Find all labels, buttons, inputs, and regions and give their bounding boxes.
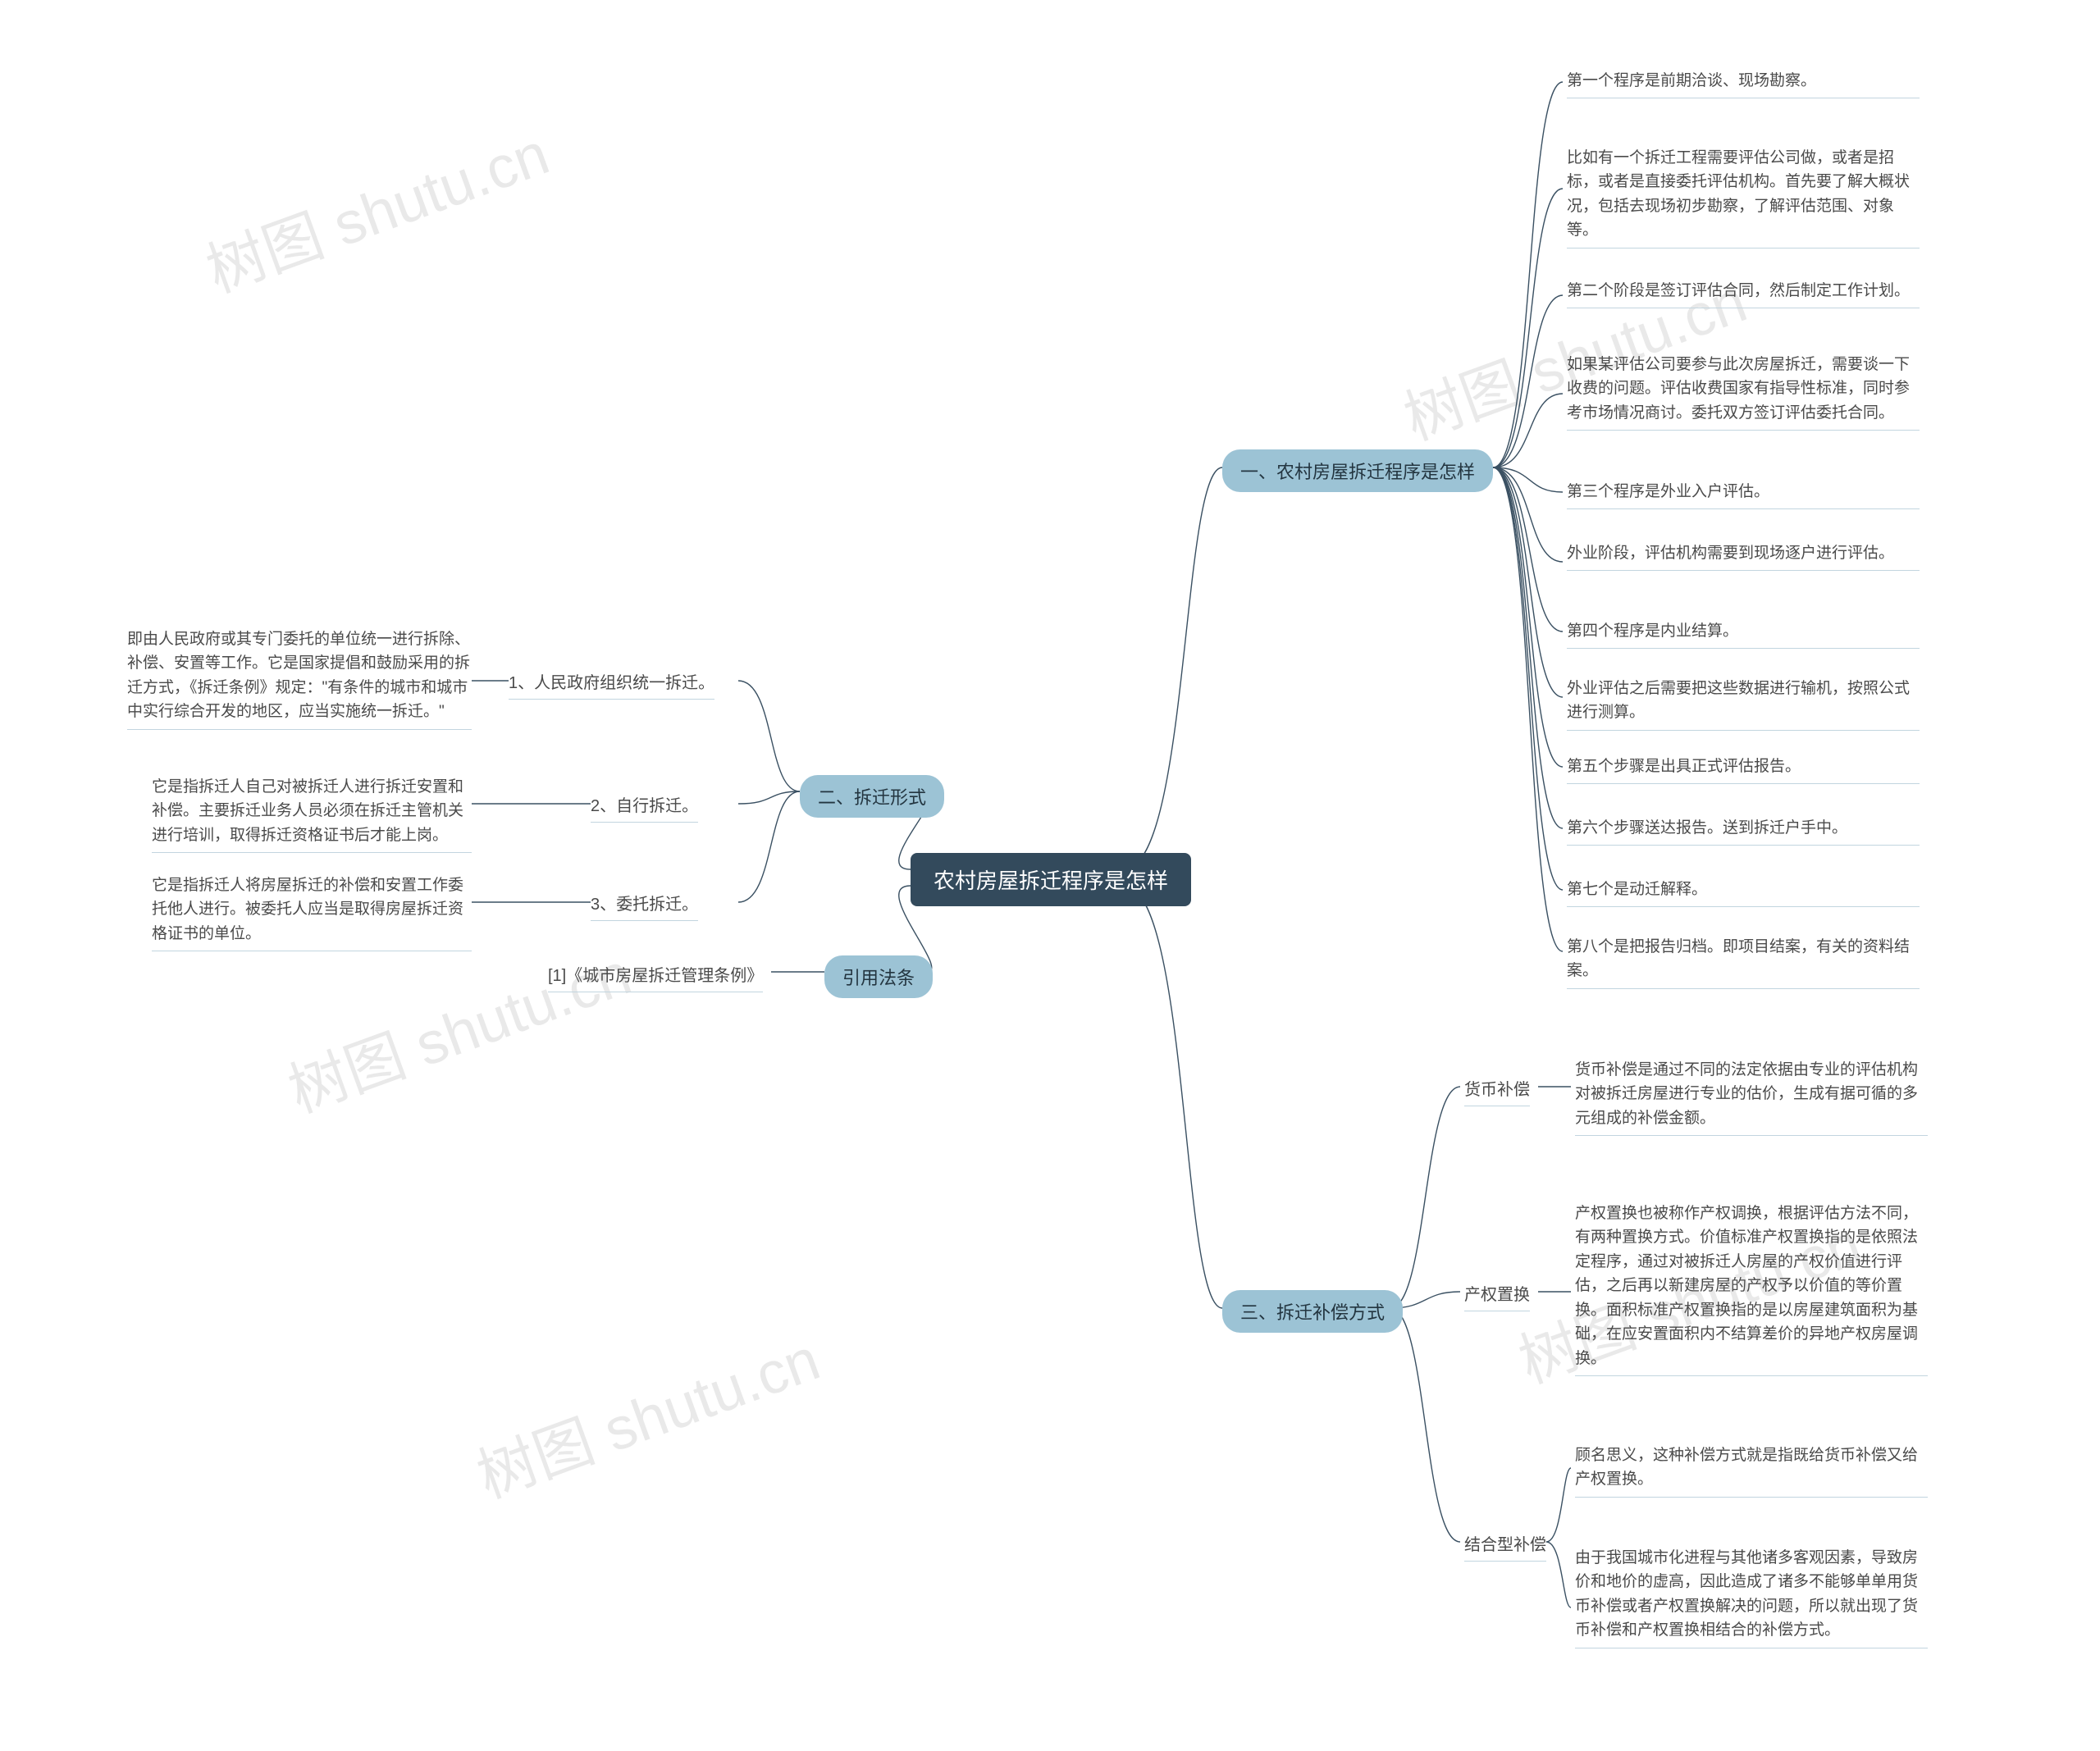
branch-citation[interactable]: 引用法条 (824, 955, 933, 998)
branch-compensation[interactable]: 三、拆迁补偿方式 (1222, 1290, 1403, 1333)
leaf-b3-2-0: 顾名思义，这种补偿方式就是指既给货币补偿又给产权置换。 (1575, 1443, 1928, 1498)
leaf-b1-0: 第一个程序是前期洽谈、现场勘察。 (1567, 69, 1920, 98)
sub-b2-0-title[interactable]: 1、人民政府组织统一拆迁。 (509, 668, 714, 700)
sub-b3-2-title[interactable]: 结合型补偿 (1464, 1530, 1546, 1562)
sub-b3-0-title[interactable]: 货币补偿 (1464, 1074, 1530, 1106)
leaf-b1-4: 第三个程序是外业入户评估。 (1567, 480, 1920, 509)
leaf-b3-0-0: 货币补偿是通过不同的法定依据由专业的评估机构对被拆迁房屋进行专业的估价，生成有据… (1575, 1058, 1928, 1136)
watermark: 树图 shutu.cn (463, 1311, 829, 1515)
leaf-b1-6: 第四个程序是内业结算。 (1567, 619, 1920, 649)
leaf-b1-1: 比如有一个拆迁工程需要评估公司做，或者是招标，或者是直接委托评估机构。首先要了解… (1567, 146, 1920, 249)
leaf-b3-1-0: 产权置换也被称作产权调换，根据评估方法不同，有两种置换方式。价值标准产权置换指的… (1575, 1202, 1928, 1376)
leaf-b2-2-desc: 它是指拆迁人将房屋拆迁的补偿和安置工作委托他人进行。被委托人应当是取得房屋拆迁资… (152, 873, 472, 951)
sub-b2-2-title[interactable]: 3、委托拆迁。 (591, 890, 698, 921)
leaf-b1-2: 第二个阶段是签订评估合同，然后制定工作计划。 (1567, 279, 1920, 308)
leaf-b1-9: 第六个步骤送达报告。送到拆迁户手中。 (1567, 816, 1920, 846)
sub-b3-1-title[interactable]: 产权置换 (1464, 1279, 1530, 1311)
root-node[interactable]: 农村房屋拆迁程序是怎样 (911, 853, 1191, 906)
watermark: 树图 shutu.cn (193, 106, 559, 309)
leaf-b1-5: 外业阶段，评估机构需要到现场逐户进行评估。 (1567, 541, 1920, 571)
leaf-b2-0-desc: 即由人民政府或其专门委托的单位统一进行拆除、补偿、安置等工作。它是国家提倡和鼓励… (127, 627, 472, 730)
branch-form[interactable]: 二、拆迁形式 (800, 775, 944, 818)
watermark: 树图 shutu.cn (275, 926, 641, 1129)
leaf-b4-0: [1]《城市房屋拆迁管理条例》 (548, 961, 763, 992)
sub-b2-1-title[interactable]: 2、自行拆迁。 (591, 791, 698, 823)
leaf-b1-3: 如果某评估公司要参与此次房屋拆迁，需要谈一下收费的问题。评估收费国家有指导性标准… (1567, 353, 1920, 431)
leaf-b1-7: 外业评估之后需要把这些数据进行输机，按照公式进行测算。 (1567, 677, 1920, 731)
leaf-b2-1-desc: 它是指拆迁人自己对被拆迁人进行拆迁安置和补偿。主要拆迁业务人员必须在拆迁主管机关… (152, 775, 472, 853)
leaf-b3-2-1: 由于我国城市化进程与其他诸多客观因素，导致房价和地价的虚高，因此造成了诸多不能够… (1575, 1546, 1928, 1648)
branch-procedure[interactable]: 一、农村房屋拆迁程序是怎样 (1222, 449, 1493, 492)
leaf-b1-8: 第五个步骤是出具正式评估报告。 (1567, 755, 1920, 784)
leaf-b1-11: 第八个是把报告归档。即项目结案，有关的资料结案。 (1567, 935, 1920, 989)
leaf-b1-10: 第七个是动迁解释。 (1567, 878, 1920, 907)
